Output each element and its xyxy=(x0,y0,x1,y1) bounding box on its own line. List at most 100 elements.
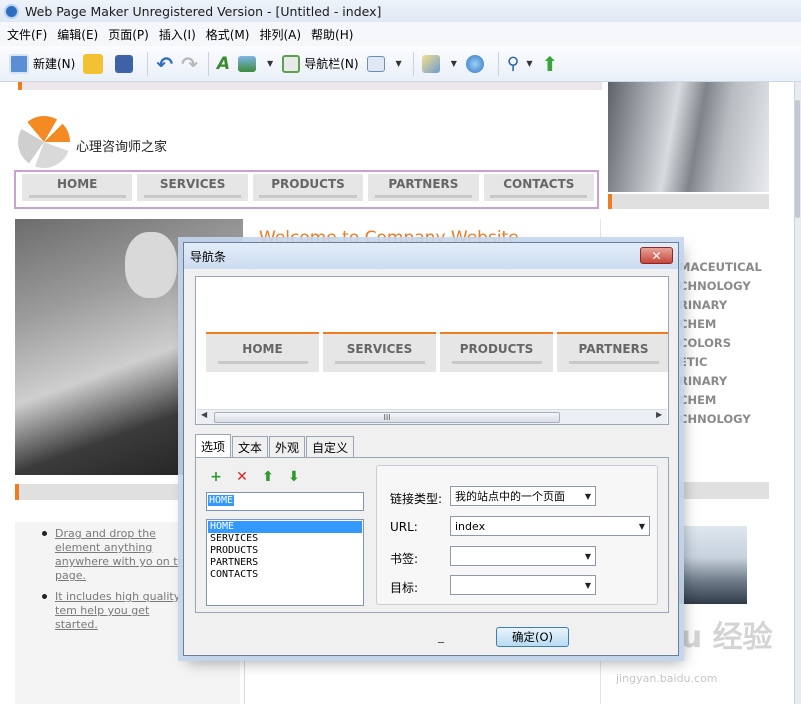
chevron-down-icon: ▼ xyxy=(584,580,591,590)
zoom-button[interactable]: ⚲ xyxy=(504,50,522,78)
site-nav-contacts[interactable]: CONTACTS xyxy=(480,174,595,205)
menu-insert[interactable]: 插入(I) xyxy=(154,26,201,43)
ok-button[interactable]: 确定(O) xyxy=(496,627,569,647)
link-type-select[interactable]: 我的站点中的一个页面 ▼ xyxy=(450,486,596,506)
building-image[interactable] xyxy=(608,82,769,192)
open-button[interactable] xyxy=(80,50,110,78)
feature-item[interactable]: It includes high quality tem help you ge… xyxy=(42,590,192,632)
list-item[interactable]: HOME xyxy=(208,521,362,533)
menu-help[interactable]: 帮助(H) xyxy=(306,26,358,43)
category-item[interactable]: RINARY xyxy=(679,298,779,317)
category-item[interactable]: MACEUTICAL xyxy=(679,260,779,279)
list-item[interactable]: CONTACTS xyxy=(208,569,362,581)
image-icon xyxy=(238,55,257,72)
tab-custom[interactable]: 自定义 xyxy=(306,436,355,457)
tab-text[interactable]: 文本 xyxy=(232,436,269,457)
move-up-icon[interactable]: ⬆ xyxy=(260,469,276,485)
logo-text: 心理咨询师之家 xyxy=(76,140,168,155)
url-value: index xyxy=(455,519,486,533)
menu-edit[interactable]: 编辑(E) xyxy=(52,26,103,43)
dialog-title: 导航条 xyxy=(190,249,227,264)
tab-appearance[interactable]: 外观 xyxy=(269,436,306,457)
item-name-input[interactable]: HOME xyxy=(206,492,364,511)
category-item[interactable]: COLORS xyxy=(679,336,779,355)
menu-arrange[interactable]: 排列(A) xyxy=(254,26,306,43)
preview-navbar: HOME SERVICES PRODUCTS PARTNERS xyxy=(206,332,668,372)
publish-button[interactable]: ⬆ xyxy=(538,50,561,78)
insert-object-button[interactable] xyxy=(364,50,392,78)
category-item[interactable]: ETIC xyxy=(679,355,779,374)
redo-icon: ↷ xyxy=(181,51,198,76)
undo-button[interactable]: ↶ xyxy=(153,50,176,78)
preview-button[interactable] xyxy=(463,50,491,78)
title-bar: Web Page Maker Unregistered Version - [U… xyxy=(0,0,801,22)
list-item[interactable]: SERVICES xyxy=(208,533,362,545)
site-nav-home[interactable]: HOME xyxy=(19,174,133,205)
chevron-down-icon[interactable]: ▼ xyxy=(396,59,402,68)
scroll-right-icon[interactable]: ▶ xyxy=(656,410,662,419)
category-item[interactable]: CHNOLOGY xyxy=(679,279,779,298)
folder-icon xyxy=(83,53,104,74)
chevron-down-icon[interactable]: ▼ xyxy=(526,59,532,68)
toolbar-separator xyxy=(207,51,209,76)
chevron-down-icon[interactable]: ▼ xyxy=(267,59,273,68)
pencil-icon xyxy=(421,54,440,73)
preview-nav-home: HOME xyxy=(206,332,319,372)
site-navbar[interactable]: HOME SERVICES PRODUCTS PARTNERS CONTACTS xyxy=(14,170,599,209)
save-button[interactable] xyxy=(112,50,140,78)
scrollbar-thumb[interactable] xyxy=(795,100,800,218)
site-nav-products[interactable]: PRODUCTS xyxy=(249,174,364,205)
preview-nav-services: SERVICES xyxy=(323,332,436,372)
category-item[interactable]: CHNOLOGY xyxy=(679,412,779,431)
globe-icon xyxy=(465,54,484,73)
office-photo[interactable] xyxy=(679,526,747,604)
tab-options[interactable]: 选项 xyxy=(195,434,232,457)
target-select[interactable]: ▼ xyxy=(450,575,596,595)
navbar-dialog: 导航条 ✕ HOME SERVICES PRODUCTS PARTNERS ◀ … xyxy=(183,242,679,656)
item-list[interactable]: HOME SERVICES PRODUCTS PARTNERS CONTACTS xyxy=(206,519,364,606)
bookmark-select[interactable]: ▼ xyxy=(450,546,596,566)
list-item[interactable]: PARTNERS xyxy=(208,557,362,569)
menu-file[interactable]: 文件(F) xyxy=(2,26,52,43)
feature-item[interactable]: Drag and drop the element anything anywh… xyxy=(42,527,192,583)
insert-image-button[interactable] xyxy=(235,50,263,78)
toolbar-separator xyxy=(147,51,149,76)
menu-page[interactable]: 页面(P) xyxy=(103,26,154,43)
chevron-down-icon[interactable]: ▼ xyxy=(451,59,457,68)
delete-item-icon[interactable]: ✕ xyxy=(234,469,250,485)
category-item[interactable]: RINARY xyxy=(679,374,779,393)
link-properties: 链接类型: 我的站点中的一个页面 ▼ URL: index ▼ 书签: ▼ 目标… xyxy=(376,465,658,605)
add-item-icon[interactable]: + xyxy=(208,469,224,485)
move-down-icon[interactable]: ⬇ xyxy=(286,469,302,485)
site-nav-services[interactable]: SERVICES xyxy=(134,174,248,205)
link-type-label: 链接类型: xyxy=(390,492,443,506)
list-item[interactable]: PRODUCTS xyxy=(208,545,362,557)
undo-icon: ↶ xyxy=(156,51,174,76)
new-page-button[interactable]: 新建(N) xyxy=(6,50,78,78)
header-rule xyxy=(18,82,602,90)
insert-text-button[interactable]: A xyxy=(214,50,233,78)
category-item[interactable]: CHEM xyxy=(679,317,779,336)
menu-format[interactable]: 格式(M) xyxy=(201,26,255,43)
url-label: URL: xyxy=(390,520,418,534)
category-item[interactable]: CHEM xyxy=(679,393,779,412)
dialog-dash: _ xyxy=(438,629,444,643)
chevron-down-icon: ▼ xyxy=(584,551,591,561)
window-title: Web Page Maker Unregistered Version - [U… xyxy=(25,3,382,19)
scrollbar-thumb[interactable]: III xyxy=(214,412,560,423)
navbar-label: 导航栏(N) xyxy=(304,57,359,71)
navbar-preview: HOME SERVICES PRODUCTS PARTNERS ◀ III ▶ xyxy=(195,276,669,425)
scroll-left-icon[interactable]: ◀ xyxy=(201,410,207,419)
edit-html-button[interactable] xyxy=(419,50,447,78)
site-nav-partners[interactable]: PARTNERS xyxy=(365,174,479,205)
url-select[interactable]: index ▼ xyxy=(450,516,650,536)
save-icon xyxy=(115,54,134,73)
menu-bar: 文件(F) 编辑(E) 页面(P) 插入(I) 格式(M) 排列(A) 帮助(H… xyxy=(0,22,801,46)
close-icon[interactable]: ✕ xyxy=(640,247,673,264)
target-label: 目标: xyxy=(390,581,419,595)
navbar-button[interactable]: 导航栏(N) xyxy=(279,50,361,78)
redo-button[interactable]: ↷ xyxy=(178,50,201,78)
app-icon xyxy=(4,3,19,19)
dialog-title-bar[interactable]: 导航条 xyxy=(184,243,678,269)
dialog-tabs: 选项 文本 外观 自定义 xyxy=(195,434,355,458)
